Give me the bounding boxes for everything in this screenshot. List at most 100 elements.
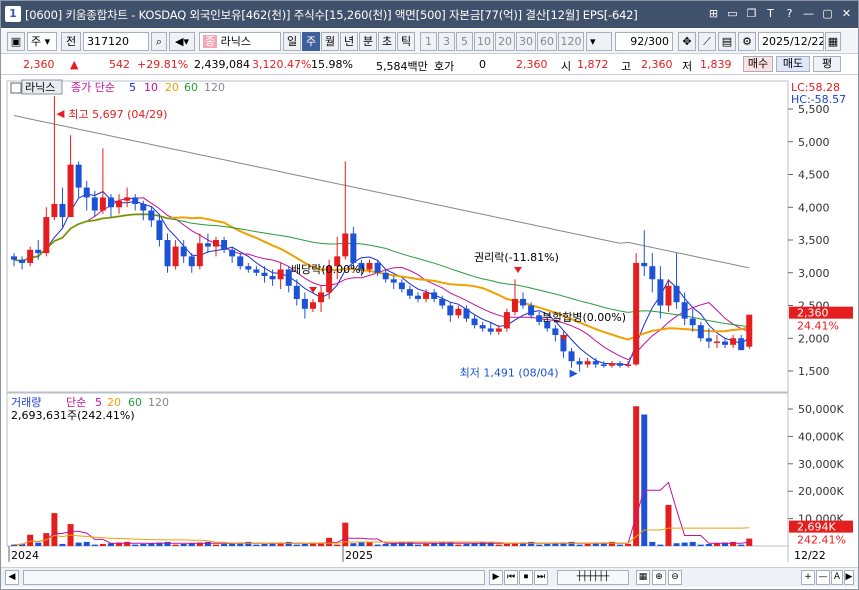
stock-name-field[interactable]: 종 라닉스 xyxy=(199,32,281,51)
min-price-label: 최저 1,491 (08/04) xyxy=(460,367,559,380)
interval-1[interactable]: 1 xyxy=(420,32,437,51)
tab-week[interactable]: 주 xyxy=(302,32,320,51)
volume-bar xyxy=(374,544,381,546)
interval-120[interactable]: 120 xyxy=(558,32,584,51)
candle-body xyxy=(649,266,656,280)
candle-body xyxy=(196,243,203,267)
scroll-end-icon[interactable]: ▶ xyxy=(844,570,854,585)
volume-bar xyxy=(584,543,591,546)
calendar-icon[interactable]: ▦ xyxy=(825,32,841,51)
interval-select[interactable]: ▾ xyxy=(586,32,612,51)
maximize-icon[interactable]: ▢ xyxy=(820,6,835,21)
interval-30[interactable]: 30 xyxy=(516,32,536,51)
x-axis-last-date: 12/22 xyxy=(794,549,826,562)
trade-amount: 5,584백만 xyxy=(376,60,428,73)
first-page-icon[interactable]: ⏮ xyxy=(504,570,518,585)
minimize-icon[interactable]: — xyxy=(801,6,816,21)
candle-body xyxy=(463,308,470,319)
scroll-track[interactable] xyxy=(23,570,485,585)
volume-bar xyxy=(536,544,543,546)
stop-icon[interactable]: ⏹ xyxy=(519,570,533,585)
candle-body xyxy=(528,305,535,316)
help-icon[interactable]: ? xyxy=(782,6,797,21)
x-axis-label: 2024 xyxy=(11,549,39,562)
gear-icon[interactable]: ⚙ xyxy=(738,32,756,51)
candle-body xyxy=(43,217,50,254)
drawing-icon[interactable]: ⟋ xyxy=(698,32,716,51)
search-icon[interactable]: ⌕ xyxy=(151,32,167,51)
candle-body xyxy=(746,314,753,347)
interval-3[interactable]: 3 xyxy=(438,32,455,51)
zoom-slider[interactable]: ┼┼┼┼┼┼ xyxy=(557,570,629,585)
grid-icon[interactable]: ⊞ xyxy=(706,6,721,21)
current-price-tag: 2,360 xyxy=(797,307,829,320)
interval-60[interactable]: 60 xyxy=(537,32,557,51)
copy-icon[interactable]: ❐ xyxy=(744,6,759,21)
price-tick-label: 3,000 xyxy=(798,267,830,280)
scroll-left-icon[interactable]: ◀ xyxy=(5,570,19,585)
chart-area[interactable]: 5,5005,0004,5004,0003,5003,0002,5002,000… xyxy=(1,77,858,567)
tab-minute[interactable]: 분 xyxy=(359,32,377,51)
restore-icon[interactable]: ▭ xyxy=(725,6,740,21)
volume-bar xyxy=(730,541,737,546)
volume-bar xyxy=(382,543,389,546)
volume-bar xyxy=(617,544,623,546)
period-select[interactable]: 주 ▾ xyxy=(27,32,57,51)
buy-button[interactable]: 매수 xyxy=(743,56,773,72)
candle-body xyxy=(722,341,729,345)
volume-value-label: 2,693,631주(242.41%) xyxy=(11,409,135,422)
interval-5[interactable]: 5 xyxy=(456,32,473,51)
add-icon[interactable]: + xyxy=(801,570,815,585)
current-pct-tag: 24.41% xyxy=(797,320,839,333)
volume-bar xyxy=(366,541,373,546)
zoom-out-icon[interactable]: ⊖ xyxy=(668,570,682,585)
candle-body xyxy=(180,246,187,257)
volume-bar xyxy=(649,541,656,546)
prev-button[interactable]: 전 xyxy=(61,32,81,51)
volume-bar xyxy=(576,544,583,546)
candle-body xyxy=(576,361,583,365)
stock-tag: 라닉스 xyxy=(25,81,55,94)
layout-icon[interactable]: ▣ xyxy=(7,32,25,51)
save-icon[interactable]: ▤ xyxy=(718,32,736,51)
tab-tick[interactable]: 틱 xyxy=(397,32,415,51)
event-label: 분할합병(0.00%) xyxy=(542,311,626,324)
volume-bar xyxy=(99,543,106,546)
candle-body xyxy=(439,298,446,306)
tab-month[interactable]: 월 xyxy=(321,32,339,51)
interval-20[interactable]: 20 xyxy=(495,32,515,51)
event-label: 권리락(-11.81%) xyxy=(474,251,559,264)
panel-menu-icon[interactable] xyxy=(10,82,22,94)
volume-bar xyxy=(608,541,615,546)
interval-10[interactable]: 10 xyxy=(474,32,494,51)
window-number-badge[interactable]: 1 xyxy=(5,6,21,22)
minus-icon[interactable]: — xyxy=(816,570,830,585)
chart-scrollbar[interactable]: ◀ ▶ ⏮ ⏹ ⏭ ┼┼┼┼┼┼ ▦ ⊕ ⊖ + — A ▶ xyxy=(1,567,858,587)
volume-bar xyxy=(625,543,632,546)
ma-5-label: 5 xyxy=(129,81,136,94)
price-panel[interactable] xyxy=(6,80,789,393)
text-icon[interactable]: T xyxy=(763,6,778,21)
candle-body xyxy=(673,285,680,303)
zoom-in-icon[interactable]: ⊕ xyxy=(652,570,666,585)
display-count-field[interactable]: 92/300 xyxy=(615,32,673,51)
up-arrow-icon: ▲ xyxy=(70,58,79,71)
vol-ma-120-label: 120 xyxy=(148,396,169,409)
close-icon[interactable]: ✕ xyxy=(839,6,854,21)
layout-grid-icon[interactable]: ▦ xyxy=(636,570,650,585)
scroll-right-icon[interactable]: ▶ xyxy=(489,570,503,585)
crosshair-icon[interactable]: ✥ xyxy=(678,32,696,51)
last-page-icon[interactable]: ⏭ xyxy=(534,570,548,585)
tab-second[interactable]: 초 xyxy=(378,32,396,51)
volume-bar xyxy=(35,542,42,546)
eval-button[interactable]: 평 xyxy=(813,56,841,72)
sell-button[interactable]: 매도 xyxy=(776,56,810,72)
font-size-icon[interactable]: A xyxy=(831,570,843,585)
date-field[interactable]: 2025/12/22 xyxy=(758,32,824,51)
candle-body xyxy=(447,305,454,316)
candle-body xyxy=(140,203,147,211)
stock-code-input[interactable]: 317120 xyxy=(83,32,149,51)
tab-day[interactable]: 일 xyxy=(283,32,301,51)
tab-year[interactable]: 년 xyxy=(340,32,358,51)
sound-icon[interactable]: ◀▾ xyxy=(169,32,195,51)
